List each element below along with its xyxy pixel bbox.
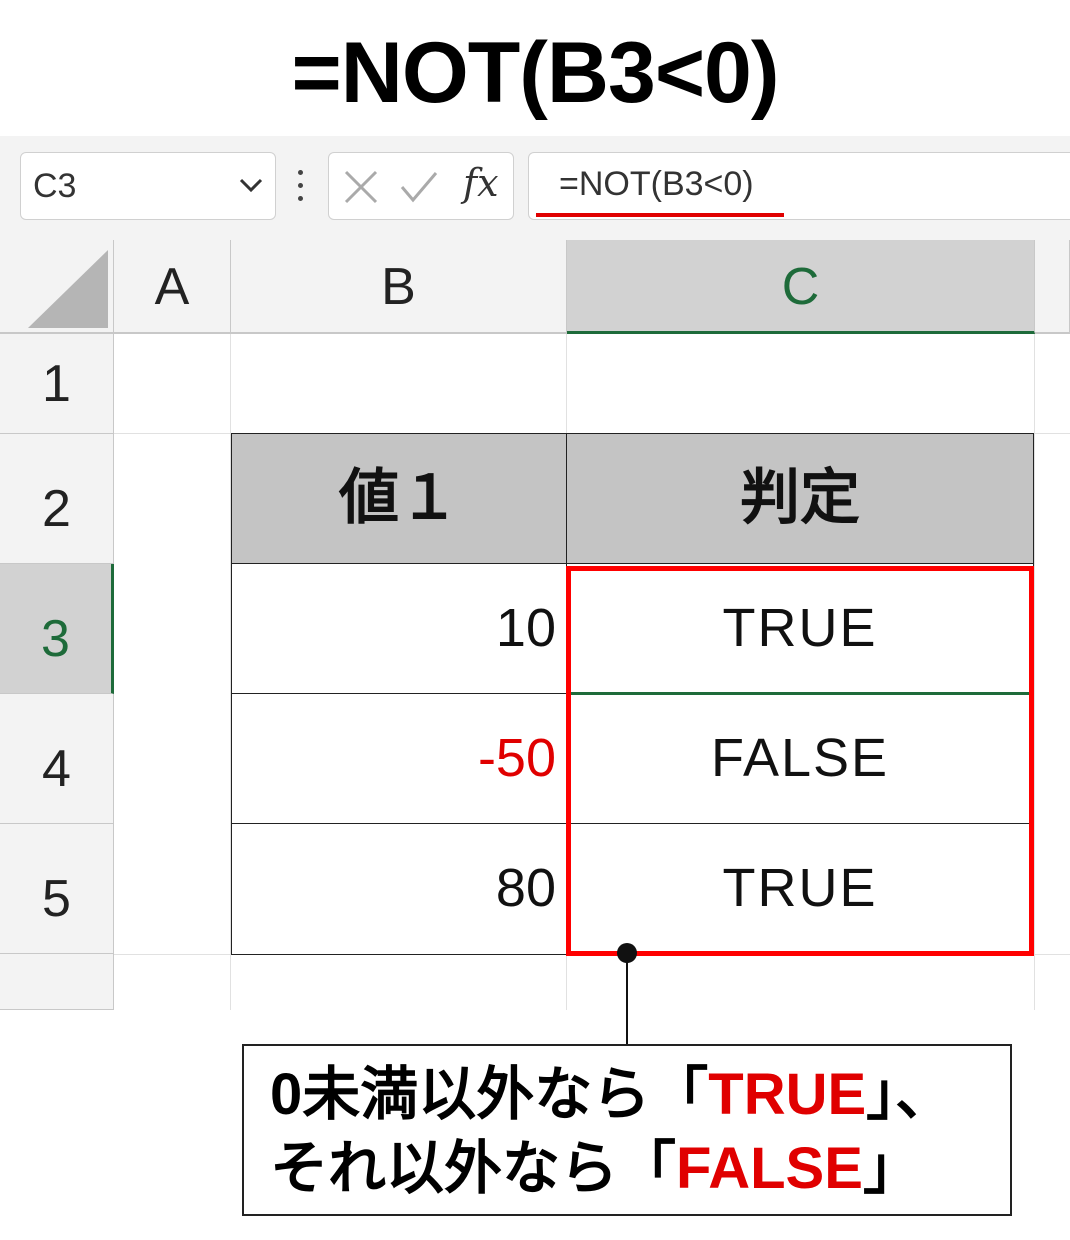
grid-line bbox=[1034, 334, 1035, 1010]
callout-line-2: それ以外なら「FALSE」 bbox=[270, 1132, 1010, 1206]
row-header-6[interactable] bbox=[0, 954, 114, 1010]
more-options-icon[interactable] bbox=[296, 170, 306, 206]
select-all-corner[interactable] bbox=[0, 240, 114, 334]
cell-b3[interactable]: 10 bbox=[231, 563, 567, 694]
enter-check-icon[interactable] bbox=[399, 169, 439, 210]
select-all-triangle-icon bbox=[28, 250, 108, 328]
explanation-callout: 0未満以外なら「TRUE」、 それ以外なら「FALSE」 bbox=[242, 1044, 1012, 1216]
row-header-4[interactable]: 4 bbox=[0, 694, 114, 824]
row-header-2[interactable]: 2 bbox=[0, 434, 114, 564]
cancel-icon[interactable] bbox=[343, 169, 379, 210]
column-header-a[interactable]: A bbox=[114, 240, 231, 334]
formula-underline-highlight bbox=[536, 213, 784, 217]
callout-leader-line bbox=[626, 953, 628, 1045]
column-header-b[interactable]: B bbox=[231, 240, 567, 334]
formula-bar[interactable]: =NOT(B3<0) bbox=[528, 152, 1070, 220]
cell-b4[interactable]: -50 bbox=[231, 693, 567, 824]
column-header-d[interactable] bbox=[1035, 240, 1070, 334]
cell-b5[interactable]: 80 bbox=[231, 823, 567, 955]
column-header-c[interactable]: C bbox=[567, 240, 1035, 334]
name-box[interactable]: C3 bbox=[20, 152, 276, 220]
callout-false-label: FALSE bbox=[676, 1136, 863, 1201]
name-box-value: C3 bbox=[33, 167, 77, 205]
table-header-value[interactable]: 値１ bbox=[231, 433, 567, 564]
table-header-result[interactable]: 判定 bbox=[566, 433, 1034, 564]
callout-true-label: TRUE bbox=[708, 1062, 867, 1127]
formula-bar-value: =NOT(B3<0) bbox=[559, 165, 754, 203]
chevron-down-icon[interactable] bbox=[239, 177, 263, 198]
callout-line-1: 0未満以外なら「TRUE」、 bbox=[270, 1058, 1010, 1132]
insert-function-icon[interactable]: fx bbox=[463, 161, 499, 205]
callout-text: 0未満以外なら「 bbox=[270, 1062, 709, 1127]
formula-controls: fx bbox=[328, 152, 514, 220]
page-title: =NOT(B3<0) bbox=[291, 25, 779, 121]
row-header-1[interactable]: 1 bbox=[0, 334, 114, 434]
callout-text: 」 bbox=[862, 1136, 921, 1201]
row-header-3[interactable]: 3 bbox=[0, 564, 114, 694]
row-header-5[interactable]: 5 bbox=[0, 824, 114, 954]
callout-text: 」、 bbox=[866, 1062, 954, 1127]
callout-text: それ以外なら「 bbox=[270, 1136, 677, 1201]
result-highlight-box bbox=[566, 566, 1034, 956]
